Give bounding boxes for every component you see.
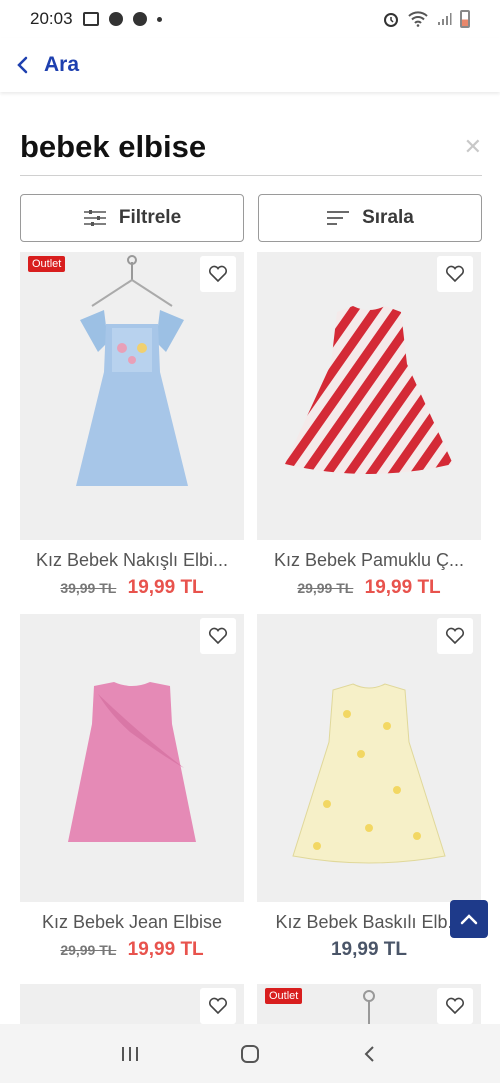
product-image[interactable] [257, 252, 481, 540]
app-bar: Ara [0, 38, 500, 92]
sort-label: Sırala [362, 207, 414, 228]
product-image[interactable] [20, 984, 244, 1024]
battery-icon [460, 10, 470, 28]
system-nav-bar [0, 1024, 500, 1083]
product-card[interactable] [20, 984, 244, 1024]
home-icon [241, 1044, 259, 1063]
clear-search-icon[interactable]: ✕ [464, 134, 482, 160]
sale-price: 19,99 TL [364, 577, 441, 598]
favorite-button[interactable] [437, 256, 473, 292]
product-image[interactable]: Outlet [20, 252, 244, 540]
chrome-icon [108, 12, 123, 26]
heart-icon [208, 997, 228, 1015]
favorite-button[interactable] [200, 256, 236, 292]
chevron-left-icon [17, 56, 28, 74]
filter-button[interactable]: Filtrele [20, 194, 244, 242]
more-notifications-icon [156, 16, 162, 22]
sort-button[interactable]: Sırala [258, 194, 482, 242]
filter-sliders-icon [83, 210, 106, 226]
old-price: 29,99 TL [60, 942, 117, 958]
outlet-badge: Outlet [265, 988, 303, 1004]
product-name[interactable]: Kız Bebek Pamuklu Ç... [257, 550, 481, 571]
product-name[interactable]: Kız Bebek Baskılı Elb... [257, 912, 481, 933]
price-row: 19,99 TL [257, 939, 481, 961]
scroll-to-top-button[interactable] [450, 900, 488, 938]
price-row: 29,99 TL 19,99 TL [257, 577, 481, 599]
product-name[interactable]: Kız Bebek Nakışlı Elbi... [20, 550, 244, 571]
product-card[interactable]: Kız Bebek Baskılı Elb... 19,99 TL [257, 614, 481, 961]
product-image[interactable] [257, 614, 481, 902]
home-button[interactable] [230, 1034, 270, 1074]
back-button[interactable]: Ara [16, 53, 79, 77]
yellow-dress-image [292, 683, 446, 864]
sort-lines-icon [327, 211, 350, 225]
status-bar: 20:03 [0, 0, 500, 38]
product-name[interactable]: Kız Bebek Jean Elbise [20, 912, 244, 933]
search-bar: ✕ [20, 118, 482, 176]
old-price: 39,99 TL [60, 580, 117, 596]
recent-apps-button[interactable] [110, 1034, 150, 1074]
system-back-button[interactable] [350, 1034, 390, 1074]
favorite-button[interactable] [437, 988, 473, 1024]
sale-price: 19,99 TL [127, 939, 204, 960]
status-time: 20:03 [30, 9, 73, 28]
heart-icon [445, 997, 465, 1015]
favorite-button[interactable] [200, 618, 236, 654]
heart-icon [445, 265, 465, 283]
heart-icon [208, 627, 228, 645]
outlet-badge: Outlet [28, 256, 66, 272]
striped-dress-image [285, 306, 453, 474]
product-image[interactable] [20, 614, 244, 902]
alarm-icon [384, 13, 398, 27]
favorite-button[interactable] [437, 618, 473, 654]
old-price: 29,99 TL [297, 580, 354, 596]
gallery-icon [82, 12, 99, 26]
heart-icon [445, 627, 465, 645]
wifi-icon [408, 11, 428, 27]
product-card[interactable]: Outlet Kız Bebek Nakışlı Elbi... 39,99 T… [20, 252, 244, 599]
recent-apps-icon [122, 1046, 138, 1061]
blue-dress-image [76, 255, 188, 486]
filter-label: Filtrele [118, 207, 182, 228]
product-card[interactable]: Kız Bebek Pamuklu Ç... 29,99 TL 19,99 TL [257, 252, 481, 599]
product-card[interactable]: Outlet [257, 984, 481, 1024]
page-title: Ara [44, 53, 80, 76]
heart-icon [208, 265, 228, 283]
product-image[interactable]: Outlet [257, 984, 481, 1024]
price-row: 29,99 TL 19,99 TL [20, 939, 244, 961]
toolbar: Filtrele Sırala [20, 194, 482, 242]
pink-dress-image [68, 682, 196, 842]
price-row: 39,99 TL 19,99 TL [20, 577, 244, 599]
product-card[interactable]: Kız Bebek Jean Elbise 29,99 TL 19,99 TL [20, 614, 244, 961]
sale-price: 19,99 TL [127, 577, 204, 598]
favorite-button[interactable] [200, 988, 236, 1024]
price: 19,99 TL [330, 939, 408, 960]
back-arrow-icon [364, 1045, 374, 1062]
chevron-up-icon [460, 914, 478, 925]
app-notification-icon [132, 12, 147, 26]
search-input[interactable] [20, 128, 440, 165]
signal-icon [438, 13, 452, 25]
